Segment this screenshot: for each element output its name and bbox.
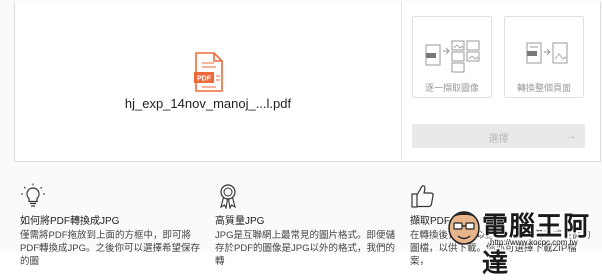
thumbs-up-icon	[411, 185, 434, 208]
option-extract-label: 逐一擷取圖像	[424, 83, 479, 93]
info-title-how-to: 如何將PDF轉換成JPG	[20, 216, 120, 227]
file-drop-area[interactable]: PDF hj_exp_14nov_manoj_...l.pdf	[15, 2, 401, 160]
app-frame: PDF hj_exp_14nov_manoj_...l.pdf 逐一擷取圖像 轉…	[0, 0, 602, 279]
pdf-badge-text: PDF	[197, 76, 212, 83]
option-convert-label: 轉換整個頁面	[516, 83, 571, 93]
extract-images-icon	[425, 40, 480, 73]
file-name: hj_exp_14nov_manoj_...l.pdf	[124, 96, 292, 111]
info-title-quality: 高質量JPG	[215, 216, 265, 227]
converter-panel: PDF hj_exp_14nov_manoj_...l.pdf 逐一擷取圖像 轉…	[14, 2, 601, 162]
info-desc-quality: JPG是互聯網上最常見的圖片格式。即便儲存於PDF的圖像是JPG以外的格式，我們…	[215, 230, 395, 267]
arrow-right-icon: →	[565, 128, 577, 142]
lightbulb-icon	[21, 183, 45, 207]
watermark: 電腦王阿達 http://www.kocpc.com.tw	[442, 204, 600, 279]
panel-divider	[401, 2, 402, 160]
watermark-url: http://www.kocpc.com.tw	[490, 238, 578, 247]
award-ribbon-icon	[220, 184, 236, 209]
info-column-how-to: 如何將PDF轉換成JPG 僅需將PDF拖放到上面的方框中，即可將PDF轉換成JP…	[20, 183, 210, 268]
info-column-quality: 高質量JPG JPG是互聯網上最常見的圖片格式。即便儲存於PDF的圖像是JPG以…	[215, 183, 405, 268]
select-button-label: 選擇	[488, 134, 509, 145]
pdf-file-icon: PDF	[194, 52, 223, 92]
convert-page-icon	[526, 42, 568, 64]
option-convert-page[interactable]: 轉換整個頁面	[504, 16, 584, 98]
info-desc-how-to: 僅需將PDF拖放到上面的方框中，即可將PDF轉換成JPG。之後你可以選擇希望保存…	[20, 230, 200, 267]
mascot-logo-icon	[448, 211, 480, 245]
option-extract-images[interactable]: 逐一擷取圖像	[412, 16, 492, 98]
select-button[interactable]: 選擇 →	[412, 124, 585, 148]
